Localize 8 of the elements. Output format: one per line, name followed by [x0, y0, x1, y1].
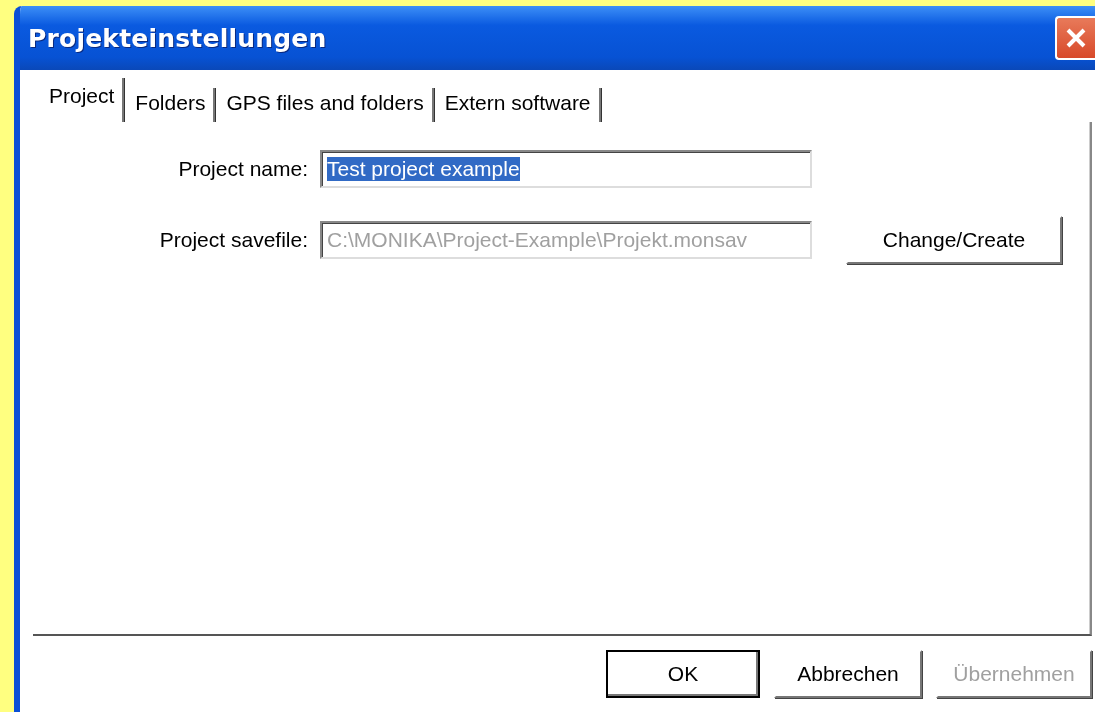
close-button[interactable] — [1055, 16, 1095, 60]
dialog-button[interactable]: Abbrechen — [774, 650, 922, 698]
field-label: Project name: — [177, 157, 308, 181]
field-label: Project savefile: — [158, 228, 308, 252]
dialog-button[interactable]: OK — [606, 650, 760, 698]
window-title: Projekteinstellungen — [28, 23, 327, 53]
input-field[interactable]: Test project example — [320, 150, 812, 188]
close-icon — [1065, 27, 1087, 49]
